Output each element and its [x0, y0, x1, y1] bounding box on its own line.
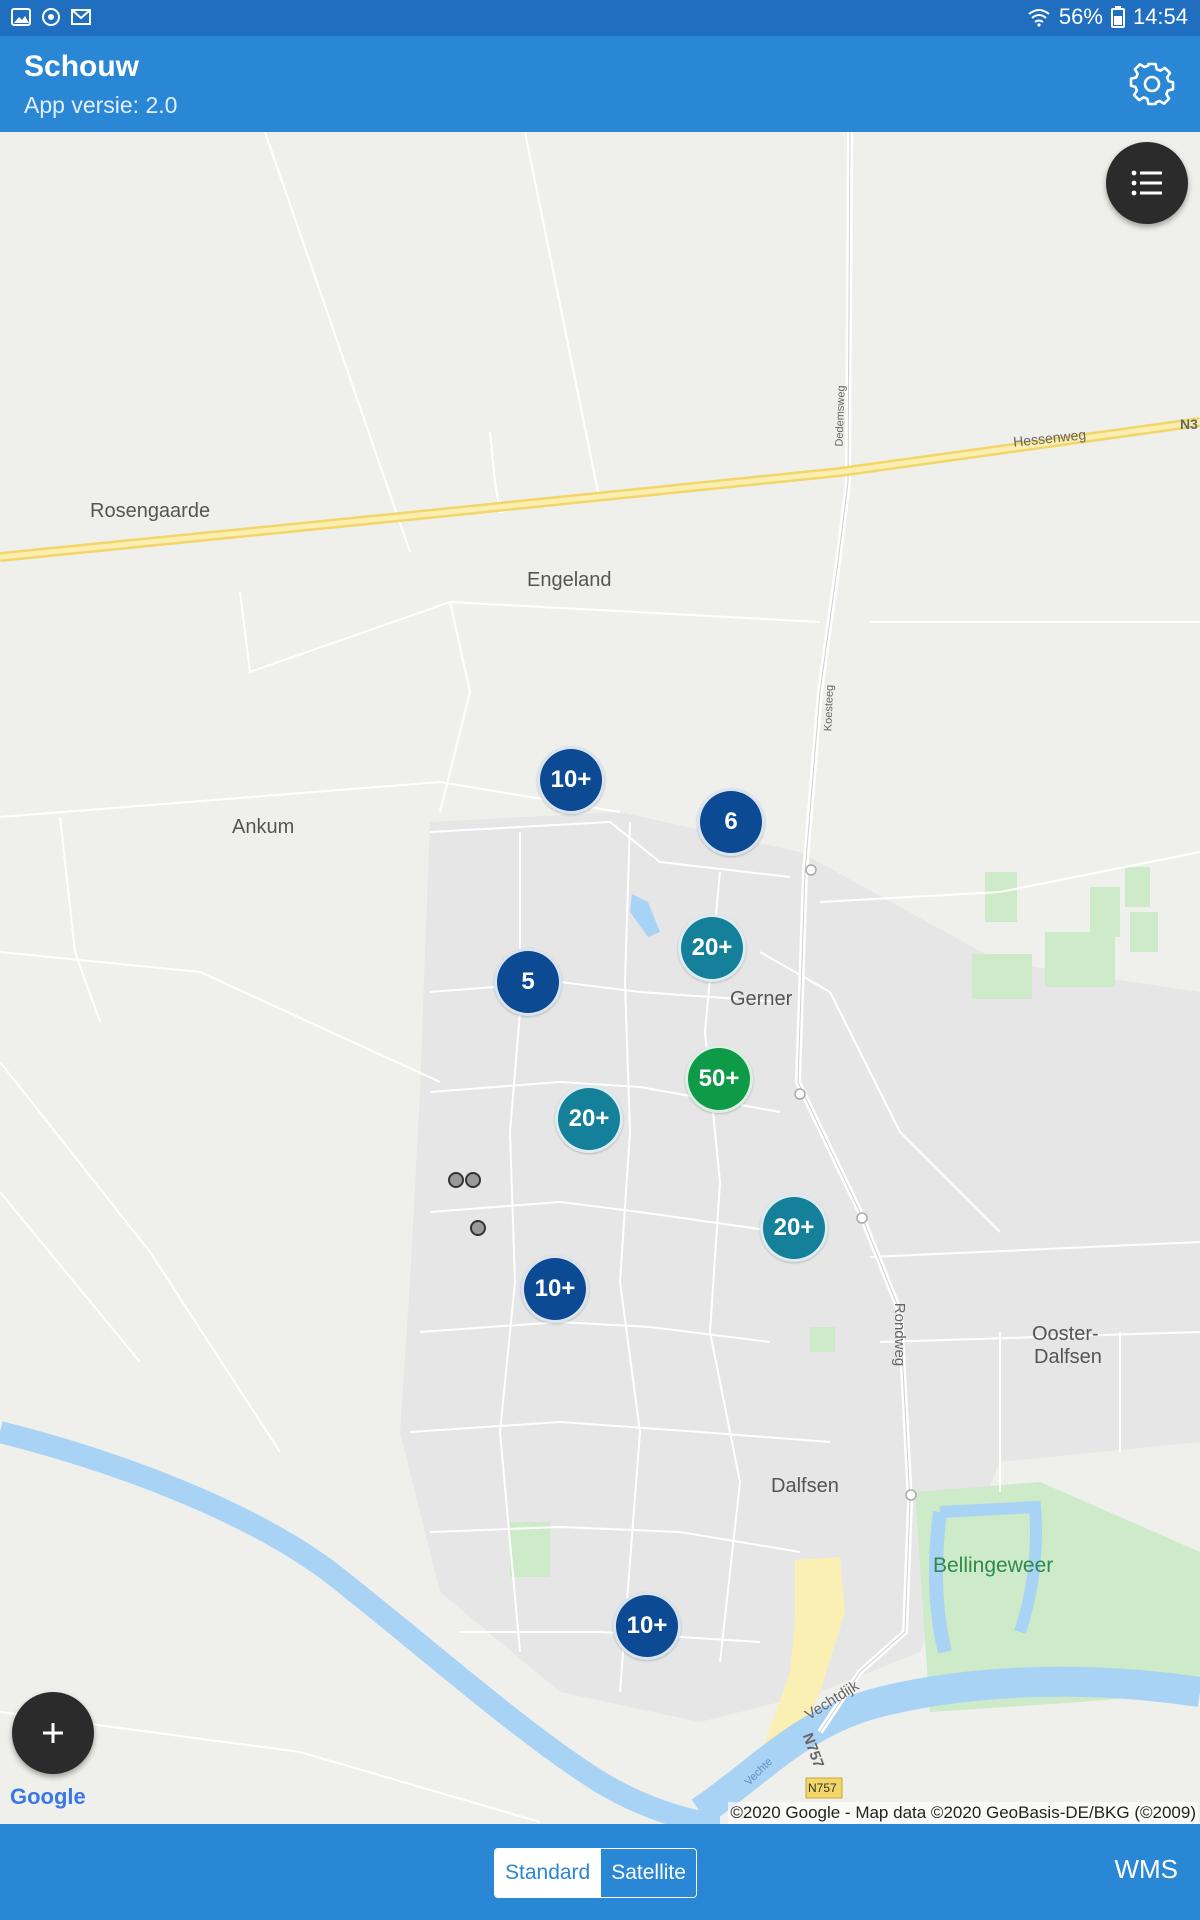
cluster-marker[interactable]: 10+	[521, 1255, 589, 1323]
app-version: App versie: 2.0	[24, 92, 178, 118]
google-logo: Google	[10, 1784, 86, 1809]
bottom-bar: Standard Satellite WMS	[0, 1824, 1200, 1920]
cluster-marker[interactable]: 6	[697, 788, 765, 856]
route-shield-label: N757	[808, 1781, 837, 1795]
park	[972, 954, 1032, 999]
road-label-dedemsweg: Dedemsweg	[833, 385, 848, 447]
app-bar: Schouw App versie: 2.0	[0, 36, 1200, 132]
status-bar: 56% 14:54	[0, 0, 1200, 36]
cluster-marker[interactable]: 10+	[613, 1592, 681, 1660]
place-label-ooster-dalfsen-line2: Dalfsen	[1034, 1346, 1102, 1368]
point-marker[interactable]	[465, 1172, 481, 1188]
cluster-marker[interactable]: 20+	[678, 914, 746, 982]
map-view[interactable]: Rosengaarde Engeland Ankum Gerner Ooster…	[0, 132, 1200, 1824]
roundabout	[856, 1212, 868, 1224]
battery-percentage: 56%	[1058, 4, 1103, 29]
map-type-standard[interactable]: Standard	[495, 1849, 601, 1897]
list-icon	[1131, 170, 1162, 196]
park	[510, 1522, 550, 1577]
wifi-icon	[1028, 9, 1050, 27]
roundabout	[905, 1489, 917, 1501]
wms-button[interactable]: WMS	[1114, 1854, 1178, 1885]
gallery-icon	[11, 8, 31, 26]
email-icon	[71, 9, 91, 25]
cluster-marker[interactable]: 50+	[685, 1045, 753, 1113]
road-label-koesteeg: Koesteeg	[822, 684, 837, 732]
point-marker[interactable]	[470, 1220, 486, 1236]
place-label-dalfsen: Dalfsen	[771, 1475, 839, 1497]
roundabout	[805, 864, 817, 876]
park	[1045, 932, 1115, 987]
cluster-marker[interactable]: 5	[494, 948, 562, 1016]
cluster-marker[interactable]: 20+	[555, 1085, 623, 1153]
map-attribution[interactable]: ©2020 Google - Map data ©2020 GeoBasis-D…	[728, 1802, 1198, 1824]
road-label-rondweg: Rondweg	[891, 1302, 909, 1367]
place-label-ooster-dalfsen-line1: Ooster-	[1032, 1323, 1099, 1345]
park	[810, 1327, 835, 1352]
add-button[interactable]	[12, 1692, 94, 1774]
point-marker[interactable]	[448, 1172, 464, 1188]
park	[985, 872, 1017, 922]
sync-icon	[42, 8, 60, 26]
roundabout	[794, 1088, 806, 1100]
plus-icon	[43, 1723, 63, 1743]
map-type-satellite[interactable]: Satellite	[600, 1849, 696, 1897]
battery-icon	[1110, 6, 1125, 28]
map-type-toggle: Standard Satellite	[494, 1848, 697, 1898]
gear-icon	[1129, 62, 1175, 106]
place-label-rosengaarde: Rosengaarde	[90, 500, 211, 522]
place-label-engeland: Engeland	[527, 569, 612, 591]
place-label-bellingeweer: Bellingeweer	[933, 1554, 1054, 1577]
place-label-gerner: Gerner	[730, 988, 793, 1010]
road-label-n3: N3	[1180, 416, 1198, 432]
place-label-ankum: Ankum	[232, 816, 295, 838]
park	[1125, 867, 1150, 907]
cluster-marker[interactable]: 20+	[760, 1194, 828, 1262]
cluster-marker[interactable]: 10+	[537, 746, 605, 814]
park	[1090, 887, 1120, 937]
app-title: Schouw	[24, 50, 140, 83]
clock: 14:54	[1132, 4, 1188, 29]
settings-button[interactable]	[1128, 60, 1176, 108]
park	[1130, 912, 1158, 952]
list-button[interactable]	[1106, 142, 1188, 224]
